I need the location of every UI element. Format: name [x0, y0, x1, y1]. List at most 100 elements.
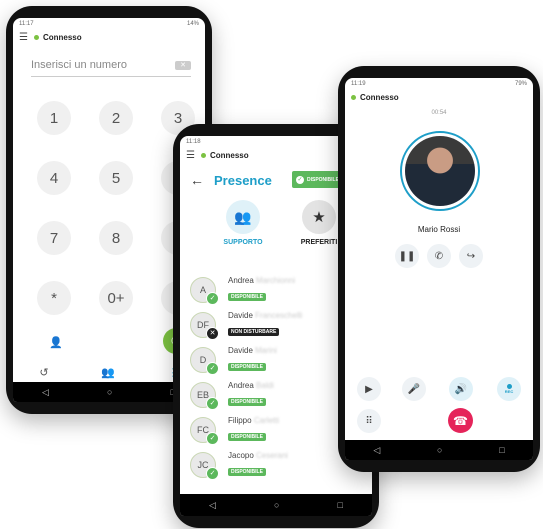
mute-button[interactable]: 🎤 — [402, 377, 426, 401]
key-label: 3 — [173, 109, 183, 127]
number-placeholder: Inserisci un numero — [31, 59, 127, 71]
available-icon: ✓ — [206, 291, 219, 305]
recent-nav-icon[interactable]: □ — [338, 500, 343, 510]
dialer-time: 11:17 — [19, 21, 34, 27]
add-contact-icon[interactable]: 👤 — [49, 336, 63, 349]
contact-surname: Baldi — [256, 381, 274, 390]
record-label: REC — [504, 389, 514, 394]
key-2[interactable]: 2 — [99, 101, 133, 135]
call-phone: 11:19 79% Connesso 00:54 Mario Rossi ❚❚ … — [338, 66, 540, 472]
presence-title: Presence — [214, 173, 272, 188]
back-arrow-icon[interactable]: ← — [190, 172, 204, 188]
connection-status: Connesso — [33, 32, 82, 42]
connection-label: Connesso — [209, 150, 249, 160]
key-label: 5 — [111, 169, 121, 187]
contact-surname: Marini — [255, 346, 277, 355]
key-label: 7 — [49, 229, 59, 247]
avatar-initials: D — [199, 354, 207, 365]
contact-surname: Marchionni — [256, 276, 296, 285]
avatar: A ✓ — [190, 276, 219, 305]
online-dot — [200, 152, 206, 158]
status-badge: DISPONIBILE — [228, 468, 266, 476]
caller-name: Mario Rossi — [417, 225, 461, 234]
menu-icon[interactable]: ☰ — [186, 150, 195, 161]
dialer-statusbar: 11:17 14% — [13, 18, 205, 30]
connection-label: Connesso — [42, 32, 82, 42]
call-screen: 11:19 79% Connesso 00:54 Mario Rossi ❚❚ … — [345, 78, 533, 460]
contact-name: Davide — [228, 311, 253, 320]
dialer-battery: 14% — [186, 21, 199, 27]
key-0[interactable]: 0+ — [99, 281, 133, 315]
status-badge: DISPONIBILE — [228, 363, 266, 371]
avatar: DF ✕ — [190, 311, 219, 340]
key-label: 0+ — [107, 289, 125, 307]
contact-name: Andrea — [228, 381, 254, 390]
connection-status: Connesso — [351, 93, 399, 102]
back-nav-icon[interactable]: ◁ — [373, 445, 380, 456]
home-nav-icon[interactable]: ○ — [437, 445, 442, 455]
hold-button[interactable]: ❚❚ — [395, 244, 419, 268]
contact-surname: Ceserani — [256, 451, 289, 460]
contacts-icon[interactable]: 👥 — [101, 366, 115, 379]
call-statusbar: 11:19 79% — [345, 78, 533, 90]
contact-name: Jacopo — [228, 451, 254, 460]
record-button[interactable]: REC — [497, 377, 521, 401]
key-label: 8 — [111, 229, 121, 247]
number-input[interactable]: Inserisci un numero ✕ — [31, 54, 191, 77]
key-label: 1 — [49, 109, 59, 127]
check-icon: ✓ — [296, 175, 304, 184]
group-icon: 👥 — [226, 200, 260, 234]
history-icon[interactable]: ↺ — [39, 366, 48, 379]
available-icon: ✓ — [206, 396, 219, 410]
contact-surname: Franceschelli — [255, 311, 303, 320]
key-4[interactable]: 4 — [37, 161, 71, 195]
avatar: D ✓ — [190, 346, 219, 375]
available-icon: ✓ — [206, 466, 219, 480]
dnd-icon: ✕ — [206, 326, 219, 340]
forward-button[interactable]: ↪ — [459, 244, 483, 268]
key-label: 2 — [111, 109, 121, 127]
home-nav-icon[interactable]: ○ — [107, 387, 112, 397]
status-badge: NON DISTURBARE — [228, 328, 280, 336]
key-label: * — [51, 289, 57, 307]
backspace-icon[interactable]: ✕ — [175, 60, 191, 70]
video-button[interactable]: ▶ — [357, 377, 381, 401]
presence-android-nav: ◁ ○ □ — [180, 494, 372, 516]
my-status-label: DISPONIBILE — [307, 176, 339, 183]
connection-label: Connesso — [360, 92, 399, 102]
back-nav-icon[interactable]: ◁ — [209, 500, 216, 511]
call-android-nav: ◁ ○ □ — [345, 440, 533, 460]
connection-status: Connesso — [200, 150, 249, 160]
home-nav-icon[interactable]: ○ — [274, 500, 279, 510]
contact-surname: Carletti — [253, 416, 280, 425]
avatar: FC ✓ — [190, 416, 219, 445]
group-label: SUPPORTO — [223, 239, 263, 246]
group-preferiti[interactable]: ★ PREFERITI — [294, 200, 344, 246]
key-5[interactable]: 5 — [99, 161, 133, 195]
key-7[interactable]: 7 — [37, 221, 71, 255]
key-star[interactable]: * — [37, 281, 71, 315]
avatar: JC ✓ — [190, 451, 219, 480]
available-icon: ✓ — [206, 431, 219, 445]
speaker-button[interactable]: 🔊 — [449, 377, 473, 401]
keypad-icon[interactable]: ⠿ — [357, 409, 381, 433]
hangup-button[interactable]: ☎ — [448, 408, 473, 433]
recent-nav-icon[interactable]: □ — [499, 445, 504, 455]
caller-avatar — [400, 131, 480, 211]
transfer-button[interactable]: ✆ — [427, 244, 451, 268]
group-supporto[interactable]: 👥 SUPPORTO — [218, 200, 268, 246]
key-label: 4 — [49, 169, 59, 187]
contact-name: Davide — [228, 346, 253, 355]
avatar: EB ✓ — [190, 381, 219, 410]
group-label: PREFERITI — [300, 239, 338, 246]
presence-time: 11:18 — [186, 139, 201, 145]
status-badge: DISPONIBILE — [228, 433, 266, 441]
key-8[interactable]: 8 — [99, 221, 133, 255]
back-nav-icon[interactable]: ◁ — [42, 387, 49, 398]
menu-icon[interactable]: ☰ — [19, 32, 28, 43]
online-dot — [33, 34, 39, 40]
online-dot — [351, 94, 356, 100]
available-icon: ✓ — [206, 361, 219, 375]
key-1[interactable]: 1 — [37, 101, 71, 135]
star-icon: ★ — [302, 200, 336, 234]
